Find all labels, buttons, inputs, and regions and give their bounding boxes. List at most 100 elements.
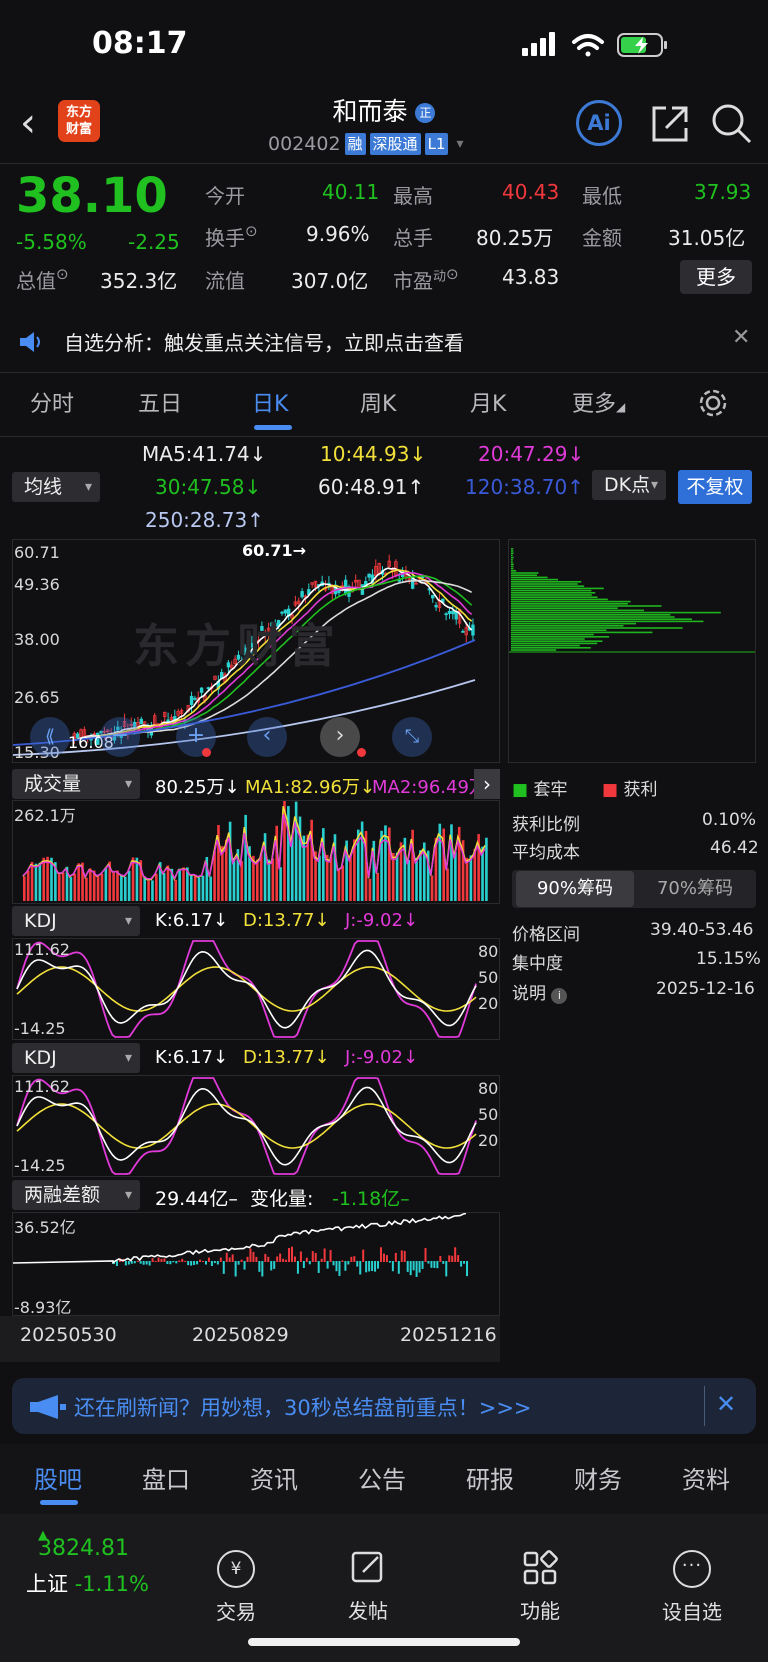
shrink-icon[interactable]: ⟪ xyxy=(30,717,70,757)
chip-bar xyxy=(511,559,513,561)
divider xyxy=(0,372,768,373)
volume-bar xyxy=(127,870,131,901)
kdj-chart[interactable] xyxy=(12,1075,500,1177)
concentration-value: 15.15% xyxy=(696,949,761,969)
kdj-chart[interactable] xyxy=(12,938,500,1040)
speaker-icon xyxy=(20,332,40,352)
info-icon[interactable]: ⊙ xyxy=(245,222,258,240)
tab-weekly-k[interactable]: 周K xyxy=(360,386,396,418)
dk-point-button[interactable]: DK点 xyxy=(592,470,666,500)
volume-select[interactable]: 成交量 xyxy=(12,769,140,799)
kdj-select[interactable]: KDJ xyxy=(12,1043,140,1073)
margin-bar xyxy=(377,1261,380,1269)
zoom-out-icon[interactable]: − xyxy=(100,717,140,757)
tab-guba[interactable]: 股吧 xyxy=(34,1460,82,1495)
margin-bar xyxy=(148,1261,151,1266)
tab-90-chips[interactable]: 90%筹码 xyxy=(516,871,634,907)
margin-bars xyxy=(12,1212,469,1277)
tab-70-chips[interactable]: 70%筹码 xyxy=(636,871,754,907)
chevron-right-icon[interactable]: › xyxy=(474,769,500,799)
expand-icon[interactable]: ⤡ xyxy=(392,717,432,757)
volume-bar xyxy=(131,857,135,901)
margin-bar xyxy=(175,1261,178,1264)
tab-five-day[interactable]: 五日 xyxy=(138,386,182,418)
margin-bar xyxy=(403,1250,406,1262)
stock-subline[interactable]: 002402 融 深股通 L1 ▾ xyxy=(268,133,464,155)
volume-label: 总手 xyxy=(393,226,433,250)
margin-chart[interactable] xyxy=(12,1212,500,1316)
volume-value: 80.25万↓ xyxy=(155,777,240,798)
concentration-label: 集中度 xyxy=(512,954,563,974)
stock-name: 和而泰 xyxy=(332,97,408,126)
tab-more[interactable]: 更多◢ xyxy=(572,386,625,418)
margin-bar xyxy=(427,1261,430,1264)
tab-news[interactable]: 资讯 xyxy=(250,1460,298,1495)
nav-add-watchlist[interactable]: ··· 设自选 xyxy=(632,1550,752,1625)
low-label: 最低 xyxy=(582,184,622,208)
tag-margin: 融 xyxy=(344,133,366,155)
close-icon[interactable]: ✕ xyxy=(716,1390,736,1418)
nav-post[interactable]: 发帖 xyxy=(308,1550,428,1624)
share-icon[interactable] xyxy=(648,100,694,146)
signal-notice[interactable]: 自选分析：触发重点关注信号，立即点击查看 ✕ xyxy=(0,313,768,371)
search-icon[interactable] xyxy=(708,100,754,146)
candle-body xyxy=(461,630,465,633)
chevron-left-icon[interactable]: ‹ xyxy=(247,717,287,757)
low-value: 37.93 xyxy=(694,180,752,204)
candle-body xyxy=(206,687,210,690)
margin-bar xyxy=(207,1257,210,1262)
tab-intraday[interactable]: 分时 xyxy=(30,386,74,418)
nav-trade[interactable]: ¥ 交易 xyxy=(176,1550,296,1625)
margin-bar xyxy=(273,1261,276,1269)
chip-bar xyxy=(511,638,585,640)
tab-pankou[interactable]: 盘口 xyxy=(142,1460,190,1495)
y-label: 38.00 xyxy=(14,630,60,649)
tab-profile[interactable]: 资料 xyxy=(682,1460,730,1495)
close-icon[interactable]: ✕ xyxy=(732,325,750,350)
index-name[interactable]: 上证 -1.11% xyxy=(26,1568,149,1598)
volume-chart[interactable] xyxy=(12,788,500,904)
chip-bar xyxy=(511,587,604,590)
tab-daily-k[interactable]: 日K xyxy=(252,386,288,418)
tab-monthly-k[interactable]: 月K xyxy=(470,386,506,418)
kdj-d: D:13.77↓ xyxy=(243,1047,330,1068)
volume-bar xyxy=(395,852,399,901)
info-icon[interactable]: ⊙ xyxy=(446,265,459,283)
chip-bar xyxy=(511,633,594,636)
candle-body xyxy=(451,610,455,615)
margin-bar xyxy=(338,1261,341,1276)
ai-icon[interactable]: Ai xyxy=(576,100,622,146)
kdj-select[interactable]: KDJ xyxy=(12,906,140,936)
candle-body xyxy=(166,719,170,722)
ma-select[interactable]: 均线 xyxy=(12,472,100,502)
volume-bar xyxy=(368,878,372,901)
margin-bar xyxy=(406,1261,409,1272)
margin-bar xyxy=(445,1261,448,1277)
margin-bar xyxy=(190,1261,193,1266)
margin-bar xyxy=(430,1261,433,1268)
date-label: 20250829 xyxy=(192,1324,289,1346)
settings-icon[interactable] xyxy=(698,388,728,418)
tab-research[interactable]: 研报 xyxy=(466,1460,514,1495)
legend-trap: ■ 套牢 xyxy=(512,780,568,800)
adjust-button[interactable]: 不复权 xyxy=(678,470,752,504)
index-value: 3824.81 xyxy=(38,1536,129,1561)
more-button[interactable]: 更多 xyxy=(680,260,752,294)
notice-text: 自选分析：触发重点关注信号，立即点击查看 xyxy=(64,331,464,355)
margin-bar xyxy=(184,1260,187,1262)
margin-bar xyxy=(323,1248,326,1262)
candle-body xyxy=(471,624,475,636)
tab-finance[interactable]: 财务 xyxy=(574,1460,622,1495)
note-label[interactable]: 说明 i xyxy=(512,979,568,1004)
chevron-right-icon[interactable]: › xyxy=(320,717,360,757)
chip-bar xyxy=(511,605,662,607)
info-icon[interactable]: ⊙ xyxy=(56,265,69,283)
megaphone-icon xyxy=(30,1395,66,1419)
volume-bar xyxy=(104,867,108,901)
ma5-value: MA5:41.74↓ xyxy=(142,442,267,466)
ai-banner[interactable]: 还在刷新闻？用妙想，30秒总结盘前重点！>>> ✕ xyxy=(12,1378,756,1434)
tab-announcements[interactable]: 公告 xyxy=(358,1460,406,1495)
nav-functions[interactable]: 功能 xyxy=(480,1550,600,1624)
margin-bar xyxy=(246,1256,249,1262)
margin-select[interactable]: 两融差额 xyxy=(12,1180,140,1210)
